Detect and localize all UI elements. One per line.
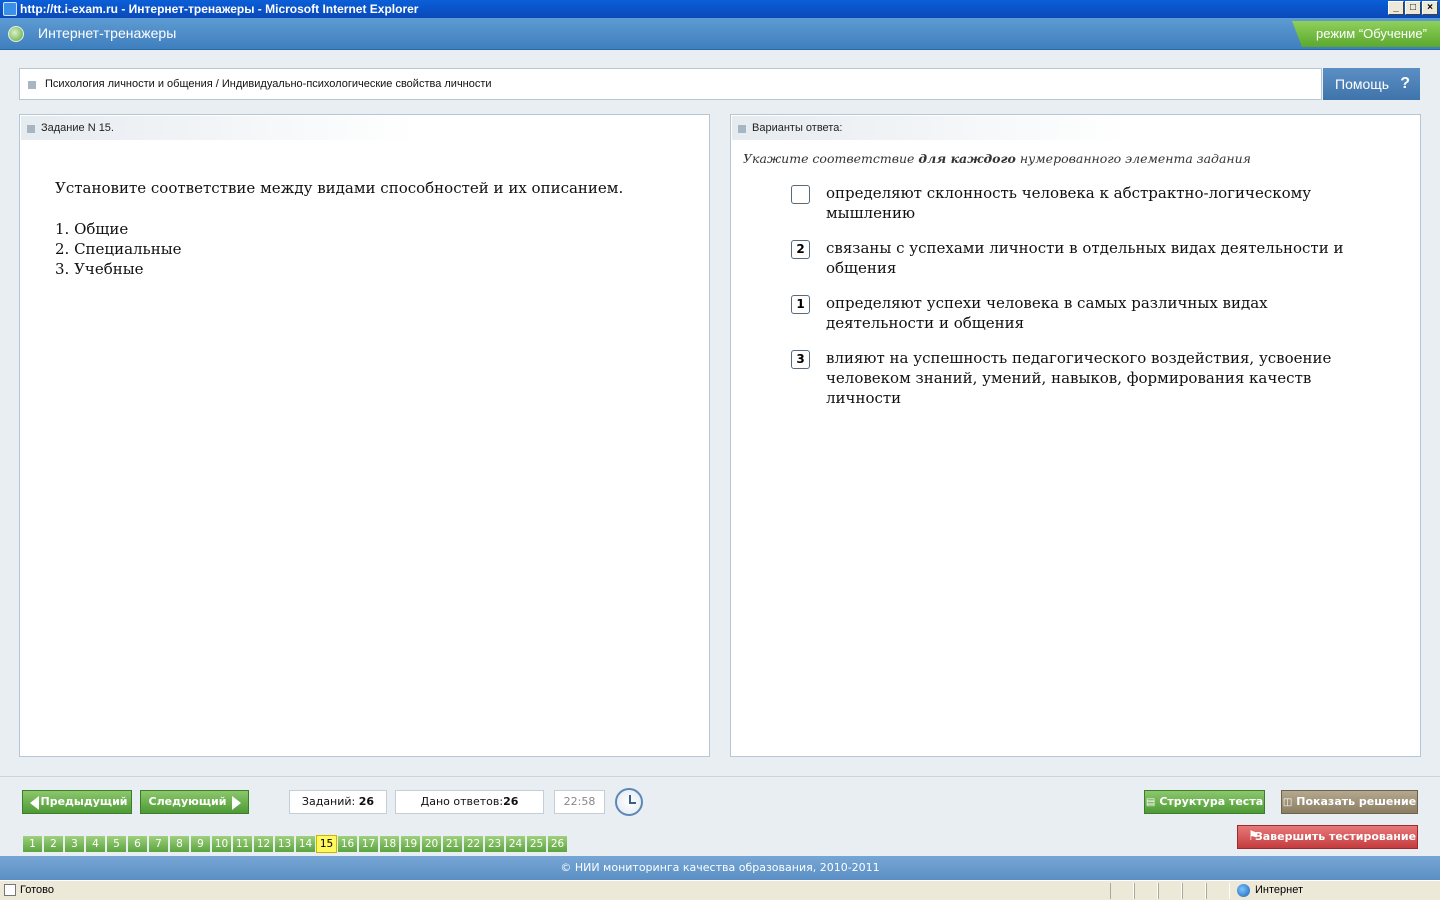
breadcrumb-text: Психология личности и общения / Индивиду… bbox=[45, 78, 492, 90]
structure-button[interactable]: ▤ Структура теста bbox=[1144, 790, 1265, 814]
answer-input[interactable] bbox=[791, 185, 810, 204]
running-man-icon: ⚑ bbox=[1248, 829, 1260, 844]
help-button[interactable]: Помощь ? bbox=[1323, 68, 1420, 100]
page-button-21[interactable]: 21 bbox=[442, 835, 463, 853]
page-button-4[interactable]: 4 bbox=[85, 835, 106, 853]
list-icon: ▤ bbox=[1145, 797, 1156, 808]
answer-text: влияют на успешность педагогического воз… bbox=[826, 349, 1332, 407]
timer: 22:58 bbox=[554, 790, 605, 814]
task-panel-header: Задание N 15. bbox=[21, 116, 416, 140]
task-number: Задание N 15. bbox=[41, 122, 114, 134]
ie-icon bbox=[3, 2, 17, 16]
window-controls: _ □ × bbox=[1388, 1, 1438, 15]
page-button-23[interactable]: 23 bbox=[484, 835, 505, 853]
page-button-17[interactable]: 17 bbox=[358, 835, 379, 853]
browser-statusbar: Готово Интернет bbox=[0, 880, 1440, 900]
answer-input[interactable]: 3 bbox=[791, 350, 810, 369]
square-bullet-icon bbox=[738, 125, 746, 133]
page-button-1[interactable]: 1 bbox=[22, 835, 43, 853]
page-button-6[interactable]: 6 bbox=[127, 835, 148, 853]
bottom-toolbar: Предыдущий Следующий Заданий: 26 Дано от… bbox=[0, 776, 1440, 856]
page-button-2[interactable]: 2 bbox=[43, 835, 64, 853]
status-cell bbox=[1206, 883, 1230, 899]
page-button-24[interactable]: 24 bbox=[505, 835, 526, 853]
window-title: http://tt.i-exam.ru - Интернет-тренажеры… bbox=[20, 2, 419, 16]
answer-text: определяют успехи человека в самых разли… bbox=[826, 294, 1268, 332]
app-title: Интернет-тренажеры bbox=[38, 25, 177, 41]
close-button[interactable]: × bbox=[1422, 1, 1438, 15]
task-item: 3. Учебные bbox=[55, 260, 144, 278]
page-button-20[interactable]: 20 bbox=[421, 835, 442, 853]
answers-panel: Варианты ответа: Укажите соответствие дл… bbox=[730, 114, 1421, 757]
page-button-10[interactable]: 10 bbox=[211, 835, 232, 853]
page-button-16[interactable]: 16 bbox=[337, 835, 358, 853]
maximize-button[interactable]: □ bbox=[1405, 1, 1421, 15]
answer-text: связаны с успехами личности в отдельных … bbox=[826, 239, 1344, 277]
minimize-button[interactable]: _ bbox=[1388, 1, 1404, 15]
page-button-13[interactable]: 13 bbox=[274, 835, 295, 853]
book-icon: ◫ bbox=[1282, 797, 1293, 808]
page-button-11[interactable]: 11 bbox=[232, 835, 253, 853]
task-question: Установите соответствие между видами спо… bbox=[55, 179, 624, 197]
page-icon bbox=[4, 884, 16, 896]
arrow-right-icon bbox=[232, 796, 241, 810]
page-button-12[interactable]: 12 bbox=[253, 835, 274, 853]
next-button[interactable]: Следующий bbox=[140, 790, 249, 814]
task-item: 1. Общие bbox=[55, 220, 129, 238]
page-button-3[interactable]: 3 bbox=[64, 835, 85, 853]
status-text: Готово bbox=[20, 884, 54, 896]
square-bullet-icon bbox=[27, 125, 35, 133]
answers-header: Варианты ответа: bbox=[752, 122, 843, 134]
page-button-15[interactable]: 15 bbox=[316, 835, 337, 853]
app-header: Интернет-тренажеры режим “Обучение” bbox=[0, 18, 1440, 50]
security-zone: Интернет bbox=[1255, 884, 1303, 896]
answer-text: определяют склонность человека к абстрак… bbox=[826, 184, 1312, 222]
tasks-count: Заданий: 26 bbox=[289, 790, 387, 814]
task-item: 2. Специальные bbox=[55, 240, 182, 258]
status-cell bbox=[1110, 883, 1134, 899]
finish-test-button[interactable]: ⚑ Завершить тестирование bbox=[1237, 825, 1418, 849]
page-button-5[interactable]: 5 bbox=[106, 835, 127, 853]
answered-count: Дано ответов:26 bbox=[395, 790, 544, 814]
question-pager: 1 2 3 4 5 6 7 8 9 10 11 12 13 14 15 16 17 18 19 20 21 22 23 24 2… bbox=[22, 835, 568, 853]
browser-titlebar: http://tt.i-exam.ru - Интернет-тренажеры… bbox=[0, 0, 1440, 18]
show-solution-button[interactable]: ◫ Показать решение bbox=[1281, 790, 1418, 814]
footer-copyright: © НИИ мониторинга качества образования, … bbox=[0, 856, 1440, 880]
globe-icon bbox=[1237, 884, 1250, 897]
page-button-9[interactable]: 9 bbox=[190, 835, 211, 853]
page-button-18[interactable]: 18 bbox=[379, 835, 400, 853]
mode-badge: режим “Обучение” bbox=[1292, 21, 1440, 47]
answer-input[interactable]: 2 bbox=[791, 240, 810, 259]
clock-icon bbox=[615, 788, 643, 816]
status-cell bbox=[1158, 883, 1182, 899]
status-cell bbox=[1182, 883, 1206, 899]
prev-button[interactable]: Предыдущий bbox=[22, 790, 132, 814]
task-body: Установите соответствие между видами спо… bbox=[55, 179, 623, 279]
breadcrumb: Психология личности и общения / Индивиду… bbox=[19, 68, 1322, 100]
page-button-8[interactable]: 8 bbox=[169, 835, 190, 853]
question-mark-icon: ? bbox=[1400, 75, 1410, 92]
task-panel: Задание N 15. Установите соответствие ме… bbox=[19, 114, 710, 757]
square-bullet-icon bbox=[28, 81, 36, 89]
page-button-25[interactable]: 25 bbox=[526, 835, 547, 853]
answers-panel-header: Варианты ответа: bbox=[732, 116, 1127, 140]
page-button-14[interactable]: 14 bbox=[295, 835, 316, 853]
answer-instruction: Укажите соответствие для каждого нумеров… bbox=[743, 151, 1251, 166]
page-button-19[interactable]: 19 bbox=[400, 835, 421, 853]
page-button-22[interactable]: 22 bbox=[463, 835, 484, 853]
status-cell bbox=[1134, 883, 1158, 899]
page-button-7[interactable]: 7 bbox=[148, 835, 169, 853]
page-button-26[interactable]: 26 bbox=[547, 835, 568, 853]
globe-logo-icon bbox=[8, 26, 24, 42]
help-label: Помощь bbox=[1335, 76, 1390, 92]
arrow-left-icon bbox=[30, 796, 39, 810]
answer-input[interactable]: 1 bbox=[791, 295, 810, 314]
